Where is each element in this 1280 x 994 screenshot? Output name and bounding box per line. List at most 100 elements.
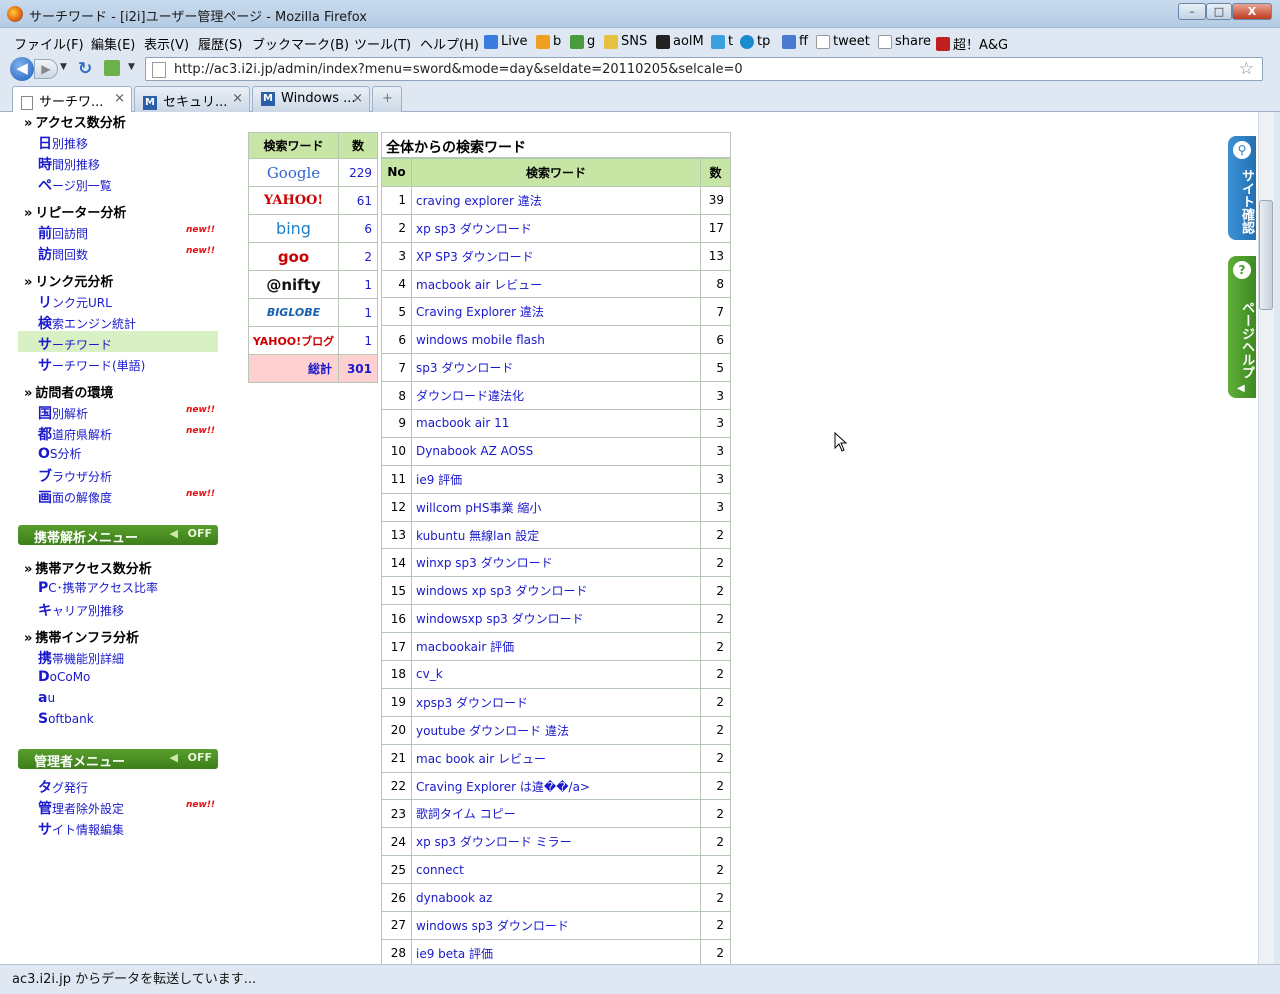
menu-view[interactable]: 表示(V) bbox=[144, 34, 189, 53]
nav-visit-count[interactable]: 訪問回数 bbox=[38, 244, 88, 264]
bookmark-g[interactable]: g bbox=[570, 34, 595, 49]
nav-resolution[interactable]: 画面の解像度 bbox=[38, 487, 112, 507]
nav-tag-issue[interactable]: タグ発行 bbox=[38, 777, 88, 797]
search-keyword-link[interactable]: willcom pHS事業 縮小 bbox=[411, 492, 701, 522]
forward-button[interactable]: ▶ bbox=[34, 59, 58, 79]
bookmark-t[interactable]: t bbox=[711, 34, 733, 49]
search-keyword-link[interactable]: youtube ダウンロード 違法 bbox=[411, 715, 701, 745]
menu-history[interactable]: 履歴(S) bbox=[198, 34, 242, 53]
search-keyword-link[interactable]: ダウンロード違法化 bbox=[411, 381, 701, 411]
engine-count[interactable]: 229 bbox=[338, 158, 378, 187]
nav-device-detail[interactable]: 携帯機能別詳細 bbox=[38, 648, 124, 668]
search-keyword-link[interactable]: windowsxp sp3 ダウンロード bbox=[411, 604, 701, 634]
nav-browser[interactable]: ブラウザ分析 bbox=[38, 466, 112, 486]
bookmark-ag[interactable]: 超！A&G bbox=[936, 34, 1008, 53]
bookmark-live[interactable]: Live bbox=[484, 34, 528, 49]
search-keyword-link[interactable]: connect bbox=[411, 855, 701, 885]
engine-count[interactable]: 1 bbox=[338, 270, 378, 299]
engine-count[interactable]: 6 bbox=[338, 214, 378, 243]
search-keyword-link[interactable]: cv_k bbox=[411, 660, 701, 689]
bookmark-tp[interactable]: tp bbox=[740, 34, 770, 49]
mobile-menu-bar[interactable]: 携帯解析メニュー ◀ OFF bbox=[18, 525, 218, 546]
search-keyword-link[interactable]: kubuntu 無線lan 設定 bbox=[411, 520, 701, 550]
home-dropdown-icon[interactable]: ▼ bbox=[128, 62, 135, 72]
page-help-tab[interactable]: ? ページヘルプ ◀ bbox=[1228, 256, 1256, 398]
nav-search-word-single[interactable]: サーチワード(単語) bbox=[38, 355, 145, 375]
engine-count[interactable]: 2 bbox=[338, 242, 378, 271]
url-bar[interactable]: http://ac3.i2i.jp/admin/index?menu=sword… bbox=[145, 57, 1263, 81]
search-keyword-link[interactable]: craving explorer 違法 bbox=[411, 185, 701, 215]
search-keyword-link[interactable]: Craving Explorer は違��/a> bbox=[411, 771, 701, 801]
nav-referrer-url[interactable]: リンク元URL bbox=[38, 292, 112, 312]
tab-windows[interactable]: M Windows ... × bbox=[252, 86, 370, 112]
maximize-button[interactable]: □ bbox=[1206, 3, 1232, 20]
search-keyword-link[interactable]: winxp sp3 ダウンロード bbox=[411, 548, 701, 578]
admin-menu-bar[interactable]: 管理者メニュー ◀ OFF bbox=[18, 749, 218, 770]
tab-close-icon[interactable]: × bbox=[352, 91, 363, 106]
engine-count[interactable]: 1 bbox=[338, 326, 378, 355]
close-button[interactable]: X bbox=[1232, 3, 1272, 20]
nav-country[interactable]: 国別解析 bbox=[38, 403, 88, 423]
engine-count[interactable]: 1 bbox=[338, 298, 378, 327]
nav-pages[interactable]: ページ別一覧 bbox=[38, 175, 112, 195]
bookmark-aolm[interactable]: aolM bbox=[656, 34, 704, 49]
search-keyword-link[interactable]: windows mobile flash bbox=[411, 325, 701, 355]
nav-admin-exclude[interactable]: 管理者除外設定 bbox=[38, 798, 124, 818]
nav-daily[interactable]: 日別推移 bbox=[38, 133, 88, 153]
site-check-tab[interactable]: ⚲ サイト確認 bbox=[1228, 136, 1256, 240]
search-keyword-link[interactable]: Dynabook AZ AOSS bbox=[411, 436, 701, 466]
search-keyword-link[interactable]: windows sp3 ダウンロード bbox=[411, 911, 701, 940]
tab-security[interactable]: M セキュリ... × bbox=[134, 86, 250, 112]
menu-file[interactable]: ファイル(F) bbox=[14, 34, 84, 53]
nav-os[interactable]: OS分析 bbox=[38, 445, 82, 462]
menu-bookmarks[interactable]: ブックマーク(B) bbox=[252, 34, 349, 53]
bookmark-star-icon[interactable]: ☆ bbox=[1239, 59, 1254, 79]
nav-prefecture[interactable]: 都道府県解析 bbox=[38, 424, 112, 444]
nav-site-info[interactable]: サイト情報編集 bbox=[38, 819, 124, 839]
menu-help[interactable]: ヘルプ(H) bbox=[420, 34, 479, 53]
search-keyword-link[interactable]: xpsp3 ダウンロード bbox=[411, 687, 701, 717]
mobile-menu-toggle[interactable]: OFF bbox=[188, 527, 212, 540]
bookmark-ff[interactable]: ff bbox=[782, 34, 808, 49]
menu-tools[interactable]: ツール(T) bbox=[354, 34, 411, 53]
search-keyword-link[interactable]: xp sp3 ダウンロード ミラー bbox=[411, 827, 701, 857]
search-keyword-link[interactable]: windows xp sp3 ダウンロード bbox=[411, 576, 701, 606]
search-keyword-link[interactable]: dynabook az bbox=[411, 883, 701, 913]
search-keyword-link[interactable]: ie9 評価 bbox=[411, 464, 701, 494]
search-keyword-link[interactable]: xp sp3 ダウンロード bbox=[411, 213, 701, 243]
bookmark-share[interactable]: share bbox=[878, 34, 931, 49]
nav-pc-mobile-ratio[interactable]: PC･携帯アクセス比率 bbox=[38, 579, 158, 596]
minimize-button[interactable]: – bbox=[1178, 3, 1206, 20]
bookmark-sns[interactable]: SNS bbox=[604, 34, 647, 49]
search-keyword-link[interactable]: Craving Explorer 違法 bbox=[411, 297, 701, 327]
search-keyword-link[interactable]: mac book air レビュー bbox=[411, 743, 701, 773]
reload-icon[interactable]: ↻ bbox=[78, 59, 92, 79]
bookmark-tweet[interactable]: tweet bbox=[816, 34, 870, 49]
nav-last-visit[interactable]: 前回訪問 bbox=[38, 223, 88, 243]
nav-softbank[interactable]: Softbank bbox=[38, 711, 94, 727]
search-keyword-link[interactable]: macbook air 11 bbox=[411, 409, 701, 438]
search-keyword-link[interactable]: 歌詞タイム コピー bbox=[411, 799, 701, 829]
new-tab-button[interactable]: + bbox=[372, 86, 402, 112]
engine-count[interactable]: 61 bbox=[338, 186, 378, 215]
search-keyword-link[interactable]: XP SP3 ダウンロード bbox=[411, 241, 701, 271]
tab-search-word[interactable]: サーチワ... × bbox=[12, 86, 132, 113]
nav-au[interactable]: au bbox=[38, 690, 55, 706]
tab-close-icon[interactable]: × bbox=[232, 91, 243, 106]
nav-carrier[interactable]: キャリア別推移 bbox=[38, 600, 124, 620]
search-keyword-link[interactable]: ie9 beta 評価 bbox=[411, 938, 701, 964]
search-keyword-link[interactable]: macbookair 評価 bbox=[411, 632, 701, 662]
admin-menu-toggle[interactable]: OFF bbox=[188, 751, 212, 764]
scrollbar-thumb[interactable] bbox=[1259, 200, 1273, 310]
menu-edit[interactable]: 編集(E) bbox=[91, 34, 135, 53]
search-keyword-link[interactable]: macbook air レビュー bbox=[411, 269, 701, 299]
home-icon[interactable] bbox=[104, 60, 120, 76]
nav-search-word[interactable]: サーチワード bbox=[38, 334, 112, 354]
nav-hourly[interactable]: 時間別推移 bbox=[38, 154, 100, 174]
nav-docomo[interactable]: DoCoMo bbox=[38, 669, 90, 685]
bookmark-b[interactable]: b bbox=[536, 34, 561, 49]
tab-close-icon[interactable]: × bbox=[114, 91, 125, 106]
search-keyword-link[interactable]: sp3 ダウンロード bbox=[411, 353, 701, 383]
back-button[interactable]: ◀ bbox=[10, 57, 34, 81]
history-dropdown-icon[interactable]: ▼ bbox=[60, 62, 67, 72]
